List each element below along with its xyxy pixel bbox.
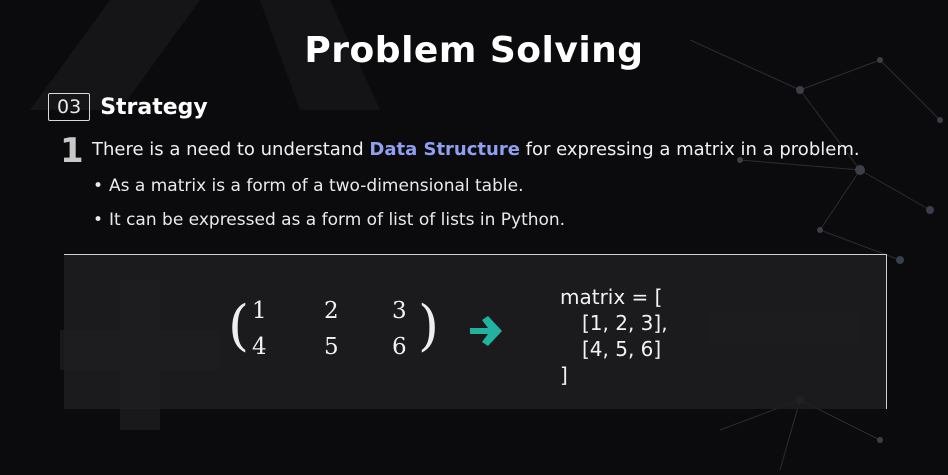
point-text: There is a need to understand Data Struc…: [92, 139, 860, 160]
section-number: 03: [48, 93, 91, 121]
bullet-marker: •: [93, 176, 104, 196]
bullet-marker: •: [93, 210, 104, 230]
matrix-cell: 4: [252, 334, 267, 360]
right-arrow-icon: [470, 316, 502, 346]
matrix-cell: 3: [392, 298, 407, 324]
point-number: 1: [60, 131, 84, 171]
code-line: matrix = [: [560, 285, 663, 309]
code-line: ]: [560, 363, 568, 387]
matrix-cell: 6: [392, 334, 407, 360]
point-text-before: There is a need to understand: [92, 139, 370, 160]
code-line: [4, 5, 6]: [582, 337, 662, 361]
code-line: [1, 2, 3],: [582, 311, 668, 335]
bullet-text: As a matrix is a form of a two-dimension…: [109, 176, 524, 196]
matrix-cell: 2: [324, 298, 339, 324]
section-header: 03 Strategy: [48, 92, 208, 122]
point-text-after: for expressing a matrix in a problem.: [519, 139, 860, 160]
slide-title: Problem Solving: [304, 30, 644, 71]
bullet-item: • It can be expressed as a form of list o…: [93, 210, 565, 230]
matrix-notation: ( 1 2 3 4 5 6 ): [228, 294, 440, 364]
bullet-item: • As a matrix is a form of a two-dimensio…: [93, 176, 523, 196]
bullet-text: It can be expressed as a form of list of…: [109, 210, 566, 230]
python-code: matrix = [ [1, 2, 3], [4, 5, 6] ]: [560, 284, 668, 388]
section-title: Strategy: [100, 94, 208, 120]
matrix-cell: 5: [324, 334, 339, 360]
matrix-left-paren: (: [228, 294, 250, 357]
point-text-highlight: Data Structure: [369, 139, 520, 160]
matrix-right-paren: ): [418, 294, 440, 357]
matrix-cell: 1: [252, 298, 267, 324]
